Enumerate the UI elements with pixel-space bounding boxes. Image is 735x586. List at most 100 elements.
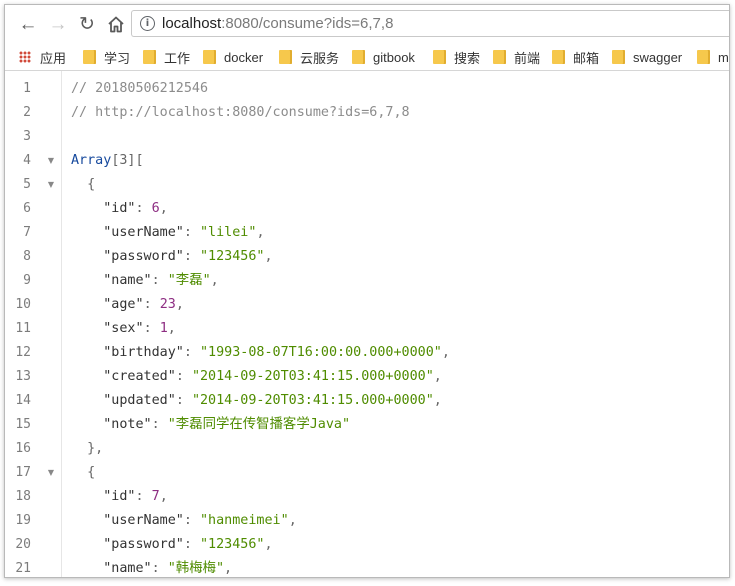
line-number: 9 [23, 273, 31, 288]
folder-icon [612, 50, 625, 64]
forward-arrow-icon[interactable]: → [45, 11, 71, 37]
fold-toggle-icon[interactable]: ▼ [46, 149, 56, 173]
json-key: "name" [103, 561, 152, 576]
json-key: "birthday" [103, 345, 184, 360]
json-string: "2014-09-20T03:41:15.000+0000" [191, 369, 434, 384]
json-string: "1993-08-07T16:00:00.000+0000" [200, 345, 442, 360]
folder-icon [433, 50, 446, 64]
bookmarks-bar: 应用 学习 工作 docker 云服务 gitbook 搜索 前端 邮箱 swa… [5, 43, 729, 71]
json-string: "123456" [200, 537, 265, 552]
bookmark-apps[interactable]: 应用 [19, 49, 67, 66]
json-key: "userName" [103, 225, 184, 240]
reload-icon[interactable]: ↻ [74, 11, 100, 37]
line-number: 11 [15, 321, 31, 336]
json-key: "age" [103, 297, 144, 312]
browser-window: ← → ↻ i localhost:8080/consume?ids=6,7,8… [4, 4, 730, 578]
bookmark-label: gitbook [373, 49, 415, 65]
line-number: 20 [15, 537, 31, 552]
bookmark-label: 学习 [104, 50, 131, 66]
back-arrow-icon[interactable]: ← [15, 11, 41, 37]
line-number: 21 [15, 561, 31, 576]
line-number: 5 [23, 177, 31, 192]
apps-grid-icon [19, 51, 31, 63]
code-line: 5 ▼ { [5, 173, 729, 197]
line-number: 3 [23, 129, 31, 144]
line-number: 10 [15, 297, 31, 312]
line-number: 18 [15, 489, 31, 504]
bookmark-label: docker [224, 49, 264, 65]
folder-icon [493, 50, 506, 64]
home-shape [108, 16, 124, 32]
json-string: "韩梅梅" [167, 561, 225, 576]
folder-icon [352, 50, 365, 64]
code-line: 21 "name": "韩梅梅", [5, 557, 729, 577]
home-icon[interactable] [103, 11, 129, 37]
fold-toggle-icon[interactable]: ▼ [46, 173, 56, 197]
bookmark-label: 应用 [40, 50, 67, 66]
json-key: "password" [103, 249, 184, 264]
line-number: 6 [23, 201, 31, 216]
object-open-brace: { [71, 177, 96, 192]
bookmark-folder-search[interactable]: 搜索 [433, 49, 480, 66]
fold-toggle-icon[interactable]: ▼ [46, 461, 56, 485]
line-number: 13 [15, 369, 31, 384]
bookmark-folder-work[interactable]: 工作 [143, 49, 191, 66]
code-line: 19 "userName": "hanmeimei", [5, 509, 729, 533]
code-line: 2 // http://localhost:8080/consume?ids=6… [5, 101, 729, 125]
comment-text: // http://localhost:8080/consume?ids=6,7… [71, 105, 410, 120]
json-key: "name" [103, 273, 152, 288]
url-host: localhost [162, 15, 222, 32]
address-bar[interactable]: i localhost:8080/consume?ids=6,7,8 [131, 10, 729, 37]
bookmark-label: 邮箱 [573, 50, 600, 66]
code-line: 6 "id": 6, [5, 197, 729, 221]
bookmark-label: 云服务 [300, 50, 340, 66]
line-number: 1 [23, 81, 31, 96]
url-path: :8080/consume?ids=6,7,8 [221, 15, 394, 32]
bookmark-folder-swagger[interactable]: swagger [612, 49, 682, 65]
url-text[interactable]: localhost:8080/consume?ids=6,7,8 [162, 15, 393, 32]
folder-icon [203, 50, 216, 64]
json-number: 1 [159, 321, 168, 336]
code-line: 7 "userName": "lilei", [5, 221, 729, 245]
bookmark-label: 工作 [164, 50, 191, 66]
folder-icon [697, 50, 710, 64]
folder-icon [143, 50, 156, 64]
json-string: "123456" [200, 249, 265, 264]
bookmark-folder-study[interactable]: 学习 [83, 49, 131, 66]
bracket-open: [ [135, 153, 144, 168]
code-line: 4 ▼ Array[3][ [5, 149, 729, 173]
bookmark-label: 前端 [514, 50, 541, 66]
array-count: [3] [111, 153, 136, 168]
json-string: "李磊同学在传智播客学Java" [167, 417, 351, 432]
code-line: 12 "birthday": "1993-08-07T16:00:00.000+… [5, 341, 729, 365]
bookmark-folder-m[interactable]: m [697, 49, 729, 65]
folder-icon [279, 50, 292, 64]
line-number: 16 [15, 441, 31, 456]
json-key: "userName" [103, 513, 184, 528]
bookmark-folder-gitbook[interactable]: gitbook [352, 49, 415, 65]
bookmark-folder-cloud[interactable]: 云服务 [279, 49, 340, 66]
bookmark-folder-mail[interactable]: 邮箱 [552, 49, 600, 66]
browser-toolbar: ← → ↻ i localhost:8080/consume?ids=6,7,8 [5, 5, 729, 43]
code-line: 15 "note": "李磊同学在传智播客学Java" [5, 413, 729, 437]
line-number: 19 [15, 513, 31, 528]
code-line: 1 // 20180506212546 [5, 77, 729, 101]
bookmark-label: m [718, 49, 729, 65]
code-line: 20 "password": "123456", [5, 533, 729, 557]
json-string: "lilei" [200, 225, 257, 240]
object-open-brace: { [71, 465, 96, 480]
json-key: "password" [103, 537, 184, 552]
json-viewer: 1 // 20180506212546 2 // http://localhos… [5, 71, 729, 577]
json-number: 23 [159, 297, 176, 312]
bookmark-label: swagger [633, 49, 683, 65]
line-number: 17 [15, 465, 31, 480]
site-info-icon[interactable]: i [140, 16, 155, 31]
bookmark-folder-docker[interactable]: docker [203, 49, 263, 65]
code-line: 17 ▼ { [5, 461, 729, 485]
code-line: 16 }, [5, 437, 729, 461]
json-key: "note" [103, 417, 152, 432]
json-key: "id" [103, 201, 136, 216]
json-key: "sex" [103, 321, 144, 336]
code-line: 11 "sex": 1, [5, 317, 729, 341]
bookmark-folder-frontend[interactable]: 前端 [493, 49, 541, 66]
